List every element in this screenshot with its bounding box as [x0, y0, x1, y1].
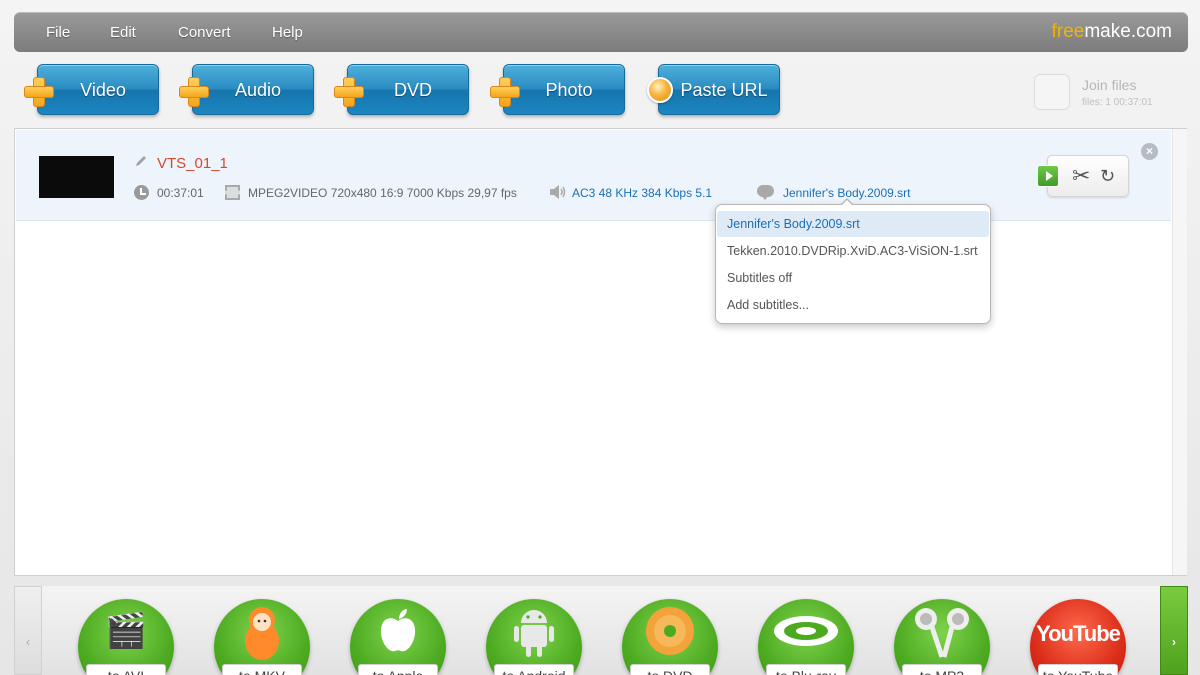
video-thumbnail: [39, 156, 114, 198]
disc-icon: [646, 607, 694, 655]
add-photo-button[interactable]: Photo: [490, 64, 625, 115]
subtitle-option-jennifers-body[interactable]: Jennifer's Body.2009.srt: [717, 211, 989, 237]
to-youtube-label: to YouTube: [1038, 664, 1118, 675]
subtitle-option-tekken[interactable]: Tekken.2010.DVDRip.XviD.AC3-ViSiON-1.srt: [717, 238, 989, 264]
earphones-icon: [915, 608, 969, 658]
join-files-label: Join files: [1082, 77, 1137, 93]
menu-bar: File Edit Convert Help freemake.com: [14, 12, 1188, 52]
add-photo-label: Photo: [545, 80, 593, 100]
brand-logo-part2: make.com: [1084, 21, 1172, 42]
menu-convert[interactable]: Convert: [178, 24, 231, 41]
file-title[interactable]: VTS_01_1: [157, 155, 228, 172]
clapperboard-icon: 🎬: [104, 612, 148, 650]
youtube-icon: YouTube: [1036, 621, 1121, 646]
film-icon: [225, 185, 240, 200]
subtitle-option-add[interactable]: Add subtitles...: [717, 292, 989, 318]
menu-help[interactable]: Help: [272, 24, 303, 41]
video-info: MPEG2VIDEO 720x480 16:9 7000 Kbps 29,97 …: [248, 186, 517, 200]
subtitle-bubble-icon: [757, 185, 774, 200]
file-row[interactable]: VTS_01_1 00:37:01 MPEG2VIDEO 720x480 16:…: [16, 130, 1171, 221]
apple-icon: [380, 609, 416, 652]
to-avi-label: to AVI: [86, 664, 166, 675]
subtitle-option-off[interactable]: Subtitles off: [717, 265, 989, 291]
scissors-icon: ✂: [1072, 163, 1091, 188]
file-list-scrollbar[interactable]: [1172, 129, 1187, 575]
paste-url-button[interactable]: Paste URL: [647, 64, 780, 115]
file-list-panel: VTS_01_1 00:37:01 MPEG2VIDEO 720x480 16:…: [14, 128, 1187, 576]
to-android-label: to Android: [494, 664, 574, 675]
add-dvd-label: DVD: [393, 80, 432, 100]
brand-logo[interactable]: freemake.com: [1052, 21, 1172, 43]
play-icon[interactable]: [1037, 165, 1059, 187]
to-apple-label: to Apple: [358, 664, 438, 675]
add-video-label: Video: [80, 80, 126, 100]
brand-logo-part1: free: [1051, 21, 1085, 42]
rotate-icon: ↻: [1100, 166, 1116, 186]
format-scroll-right-button[interactable]: ›: [1160, 586, 1188, 675]
to-dvd-label: to DVD: [630, 664, 710, 675]
to-mkv-button[interactable]: to MKV: [214, 599, 310, 675]
add-audio-label: Audio: [234, 80, 282, 100]
remove-file-icon[interactable]: ×: [1141, 143, 1158, 160]
menu-file[interactable]: File: [46, 24, 70, 41]
join-files-info: files: 1 00:37:01: [1082, 97, 1153, 108]
to-avi-button[interactable]: 🎬 to AVI: [78, 599, 174, 675]
menu-edit[interactable]: Edit: [110, 24, 136, 41]
to-mkv-label: to MKV: [222, 664, 302, 675]
format-scroll-left-button[interactable]: ‹: [14, 586, 42, 675]
edit-tools-button[interactable]: ✂ ↻: [1037, 155, 1129, 197]
to-android-button[interactable]: to Android: [486, 599, 582, 675]
to-dvd-button[interactable]: to DVD: [622, 599, 718, 675]
clock-icon: [134, 185, 149, 200]
to-youtube-button[interactable]: YouTube to YouTube: [1030, 599, 1126, 675]
speaker-icon: [550, 185, 566, 199]
subtitles-dropdown: Jennifer's Body.2009.srt Tekken.2010.DVD…: [715, 198, 991, 324]
join-files-checkbox[interactable]: [1034, 74, 1070, 110]
matryoshka-icon: [245, 607, 279, 660]
add-dvd-button[interactable]: DVD: [334, 64, 469, 115]
format-bar: ‹ 🎬 to AVI to MKV to Apple to Androi: [14, 586, 1188, 675]
add-audio-button[interactable]: Audio: [179, 64, 314, 115]
bluray-icon: [774, 616, 838, 646]
file-duration: 00:37:01: [157, 186, 204, 200]
to-apple-button[interactable]: to Apple: [350, 599, 446, 675]
to-bluray-button[interactable]: to Blu-ray: [758, 599, 854, 675]
pencil-icon[interactable]: [134, 154, 148, 168]
to-mp3-button[interactable]: to MP3: [894, 599, 990, 675]
audio-track-selector[interactable]: AC3 48 KHz 384 Kbps 5.1: [572, 186, 712, 200]
to-bluray-label: to Blu-ray: [766, 664, 846, 675]
android-icon: [514, 610, 554, 657]
to-mp3-label: to MP3: [902, 664, 982, 675]
add-video-button[interactable]: Video: [24, 64, 159, 115]
paste-url-label: Paste URL: [680, 80, 768, 100]
